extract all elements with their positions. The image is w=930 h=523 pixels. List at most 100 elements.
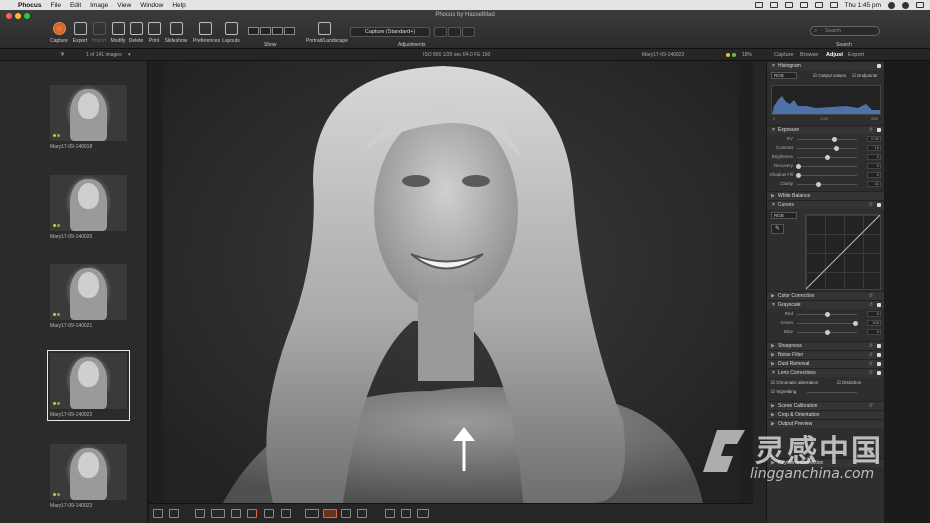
grayscale-header[interactable]: ▼ Grayscale ↺	[767, 300, 884, 309]
mask-toggle-icon[interactable]	[323, 509, 337, 518]
sharpness-header[interactable]: ▶ Sharpness ↺	[767, 341, 884, 350]
volume-icon[interactable]	[814, 2, 823, 8]
color-correction-header[interactable]: ▶ Color Correction ↺	[767, 291, 884, 300]
curves-graph[interactable]	[805, 214, 881, 290]
tool-enable-checkbox[interactable]	[877, 203, 881, 207]
chromatic-aberration-checkbox[interactable]: ☑ Chromatic aberration	[771, 380, 818, 386]
slider-track[interactable]	[797, 323, 857, 324]
menu-help[interactable]: Help	[172, 2, 185, 9]
slider-knob[interactable]	[824, 312, 830, 317]
dust-removal-header[interactable]: ▶ Dust Removal ↺	[767, 359, 884, 368]
lens-corrections-header[interactable]: ▼ Lens Corrections ↺	[767, 368, 884, 377]
preset-select[interactable]: Capture (Standard+)	[350, 27, 430, 37]
grayscale-slider-green[interactable]: Green 100	[767, 320, 884, 327]
slider-value-field[interactable]: 31	[867, 181, 881, 187]
slider-value-field[interactable]: 0.00	[867, 136, 881, 142]
exposure-slider-shadow-fill[interactable]: Shadow Fill 0	[767, 172, 884, 179]
slider-knob[interactable]	[853, 321, 859, 326]
notification-center-icon[interactable]	[916, 2, 924, 8]
tool-enable-checkbox[interactable]	[877, 362, 881, 366]
slider-value-field[interactable]: 0	[867, 154, 881, 160]
hand-tool-icon[interactable]	[264, 509, 274, 518]
screen-record-icon[interactable]	[754, 2, 763, 8]
slider-knob[interactable]	[815, 182, 821, 187]
distortion-checkbox[interactable]: ☑ Distortion	[837, 380, 861, 386]
portrait-landscape-button[interactable]: Portrait/Landscape	[306, 22, 348, 44]
menu-image[interactable]: Image	[90, 2, 108, 9]
spotlight-icon[interactable]	[902, 1, 909, 9]
rotate-icon[interactable]	[417, 509, 429, 518]
menu-edit[interactable]: Edit	[70, 2, 81, 9]
exposure-slider-contrast[interactable]: Contrast 15	[767, 145, 884, 152]
menu-window[interactable]: Window	[140, 2, 163, 9]
exposure-slider-ev[interactable]: EV 0.00	[767, 136, 884, 143]
search-input[interactable]: Search	[810, 26, 880, 36]
vignetting-checkbox[interactable]: ☑ Vignetting	[771, 389, 796, 395]
thumbnail[interactable]: Mary17-09-140021	[50, 264, 127, 329]
slider-value-field[interactable]: 100	[867, 320, 881, 326]
filter-icon[interactable]: ⧩	[60, 52, 64, 58]
thumbnail[interactable]: Mary17-09-140020	[50, 175, 127, 240]
slider-value-field[interactable]: 0	[867, 329, 881, 335]
slider-track[interactable]	[797, 175, 857, 176]
preset-paste-button[interactable]	[462, 27, 475, 37]
show-viewer-toggle[interactable]	[260, 27, 271, 35]
clock[interactable]: Thu 1:45 pm	[845, 2, 882, 9]
slider-track[interactable]	[797, 184, 857, 185]
noise-filter-header[interactable]: ▶ Noise Filter ↺	[767, 350, 884, 359]
image-viewer[interactable]	[149, 61, 753, 503]
slider-value-field[interactable]: 15	[867, 145, 881, 151]
grayscale-slider-red[interactable]: Red 0	[767, 311, 884, 318]
text-tool-icon[interactable]	[281, 509, 291, 518]
multi-view-icon[interactable]	[169, 509, 179, 518]
menu-file[interactable]: File	[50, 2, 60, 9]
user-avatar-icon[interactable]	[888, 1, 895, 9]
layouts-button[interactable]: Layouts	[219, 22, 243, 44]
grayscale-slider-blue[interactable]: Blue 0	[767, 329, 884, 336]
slider-knob[interactable]	[795, 173, 801, 178]
thumbnail-selected[interactable]: Mary17-09-140022	[47, 350, 130, 421]
slider-knob[interactable]	[834, 146, 840, 151]
preset-reset-button[interactable]	[434, 27, 447, 37]
histogram-header[interactable]: ▼ Histogram	[767, 61, 884, 70]
endpoints-checkbox[interactable]: ☑ Endpoints	[852, 73, 877, 79]
exposure-header[interactable]: ▼ Exposure ↺	[767, 125, 884, 134]
scene-calibration-header[interactable]: ▶ Scene Calibration ↺	[767, 401, 884, 410]
previous-image-icon[interactable]	[385, 509, 395, 518]
tool-enable-checkbox[interactable]	[877, 371, 881, 375]
sort-dropdown[interactable]: ▾	[128, 52, 131, 58]
exposure-slider-clarity[interactable]: Clarity 31	[767, 181, 884, 188]
tab-adjust[interactable]: Adjust	[826, 52, 843, 58]
bluetooth-icon[interactable]	[784, 2, 793, 8]
show-tools-toggle[interactable]	[272, 27, 283, 35]
tool-enable-checkbox[interactable]	[877, 303, 881, 307]
curves-channel-select[interactable]: RGB	[771, 212, 797, 219]
show-browser-toggle[interactable]	[248, 27, 259, 35]
slider-value-field[interactable]: 0	[867, 311, 881, 317]
vignetting-slider[interactable]	[807, 392, 857, 393]
slider-track[interactable]	[797, 139, 857, 140]
curves-header[interactable]: ▼ Curves ↺	[767, 200, 884, 209]
output-values-checkbox[interactable]: ☑ Output values	[813, 73, 846, 79]
tool-enable-checkbox[interactable]	[877, 353, 881, 357]
white-balance-header[interactable]: ▶ White Balance	[767, 191, 884, 200]
slider-knob[interactable]	[831, 137, 837, 142]
tab-export[interactable]: Export	[848, 52, 864, 58]
display-icon[interactable]	[769, 2, 778, 8]
exposure-slider-brightness[interactable]: Brightness 0	[767, 154, 884, 161]
battery-icon[interactable]	[829, 2, 838, 8]
straighten-tool-icon[interactable]	[211, 509, 225, 518]
wifi-icon[interactable]	[799, 2, 808, 8]
slider-value-field[interactable]: 0	[867, 172, 881, 178]
eyedropper-icon[interactable]: ✎	[771, 224, 784, 234]
slider-knob[interactable]	[824, 330, 830, 335]
next-image-icon[interactable]	[401, 509, 411, 518]
brush-tool-icon[interactable]	[247, 509, 257, 518]
tab-capture[interactable]: Capture	[774, 52, 794, 58]
thumbnail[interactable]: Mary17-09-140018	[50, 85, 127, 150]
tab-browse[interactable]: Browse	[800, 52, 818, 58]
preferences-button[interactable]: Preferences	[193, 22, 220, 44]
picker-tool-icon[interactable]	[231, 509, 241, 518]
grid-toggle-icon[interactable]	[341, 509, 351, 518]
menu-view[interactable]: View	[117, 2, 131, 9]
